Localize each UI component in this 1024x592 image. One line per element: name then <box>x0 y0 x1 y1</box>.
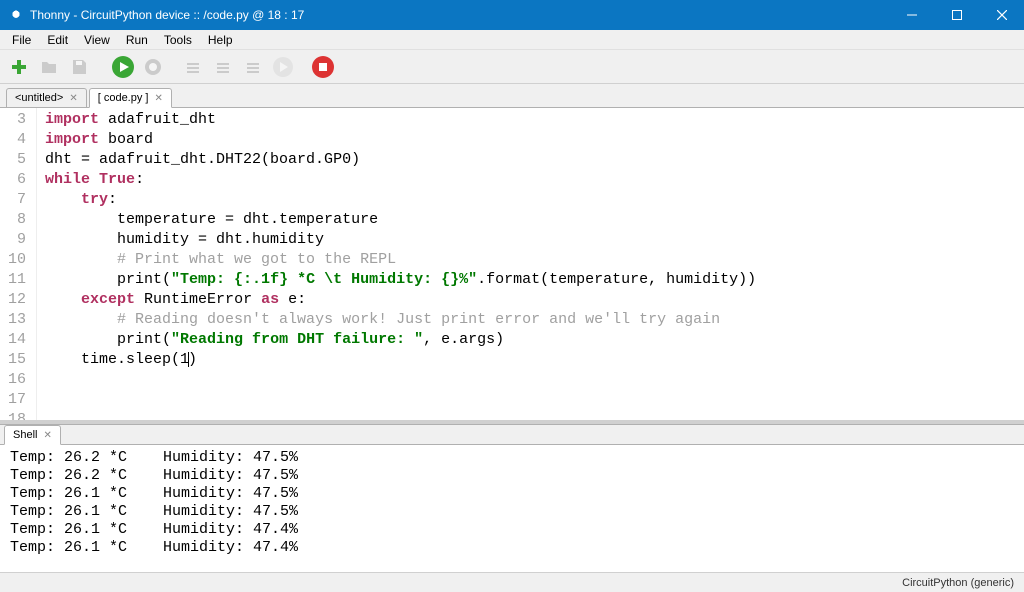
editor-tabs: <untitled> ✕ [ code.py ] ✕ <box>0 84 1024 108</box>
menu-tools[interactable]: Tools <box>156 31 200 49</box>
tab-code-py[interactable]: [ code.py ] ✕ <box>89 88 172 108</box>
title-bar: Thonny - CircuitPython device :: /code.p… <box>0 0 1024 30</box>
step-into-button[interactable] <box>210 54 236 80</box>
save-file-button[interactable] <box>66 54 92 80</box>
toolbar <box>0 50 1024 84</box>
open-file-button[interactable] <box>36 54 62 80</box>
tab-label: [ code.py ] <box>98 92 149 104</box>
menu-run[interactable]: Run <box>118 31 156 49</box>
code-editor[interactable]: 3456789101112131415161718 import adafrui… <box>0 108 1024 420</box>
thonny-icon <box>8 7 24 23</box>
status-bar: CircuitPython (generic) <box>0 572 1024 592</box>
shell-panel: Shell ✕ Temp: 26.2 *C Humidity: 47.5% Tem… <box>0 424 1024 572</box>
menu-file[interactable]: File <box>4 31 39 49</box>
shell-output[interactable]: Temp: 26.2 *C Humidity: 47.5% Temp: 26.2… <box>0 445 1024 572</box>
menu-bar: File Edit View Run Tools Help <box>0 30 1024 50</box>
debug-button[interactable] <box>140 54 166 80</box>
close-icon[interactable]: ✕ <box>154 93 162 104</box>
window-title: Thonny - CircuitPython device :: /code.p… <box>30 8 889 22</box>
resume-button[interactable] <box>270 54 296 80</box>
maximize-button[interactable] <box>934 0 979 30</box>
tab-shell[interactable]: Shell ✕ <box>4 425 61 445</box>
menu-view[interactable]: View <box>76 31 118 49</box>
menu-edit[interactable]: Edit <box>39 31 76 49</box>
close-icon[interactable]: ✕ <box>43 430 51 441</box>
step-out-button[interactable] <box>240 54 266 80</box>
run-button[interactable] <box>110 54 136 80</box>
step-over-button[interactable] <box>180 54 206 80</box>
code-area[interactable]: import adafruit_dhtimport boarddht = ada… <box>37 108 764 420</box>
close-button[interactable] <box>979 0 1024 30</box>
tab-label: <untitled> <box>15 92 63 104</box>
tab-label: Shell <box>13 429 37 441</box>
new-file-button[interactable] <box>6 54 32 80</box>
shell-tabs: Shell ✕ <box>0 425 1024 445</box>
minimize-button[interactable] <box>889 0 934 30</box>
close-icon[interactable]: ✕ <box>69 93 77 104</box>
backend-label[interactable]: CircuitPython (generic) <box>902 577 1014 589</box>
stop-button[interactable] <box>310 54 336 80</box>
menu-help[interactable]: Help <box>200 31 241 49</box>
tab-untitled[interactable]: <untitled> ✕ <box>6 88 87 107</box>
line-gutter: 3456789101112131415161718 <box>0 108 37 420</box>
